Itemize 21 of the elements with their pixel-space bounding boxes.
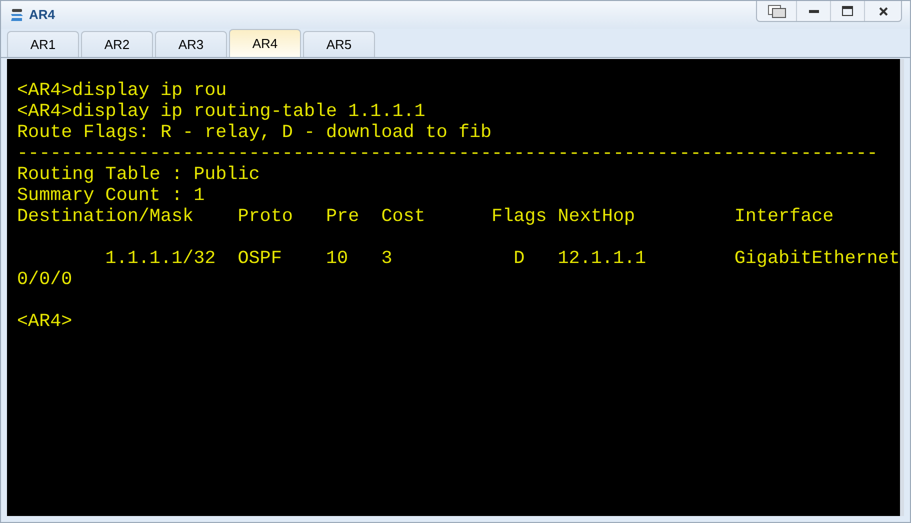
tab[interactable]: AR2: [81, 31, 153, 57]
tab[interactable]: AR4: [229, 29, 301, 57]
tab[interactable]: AR3: [155, 31, 227, 57]
terminal-line: Destination/Mask Proto Pre Cost Flags NextHop Interface: [17, 206, 835, 227]
terminal-line: <AR4>display ip routing-table 1.1.1.1: [17, 101, 426, 122]
tab[interactable]: AR1: [7, 31, 79, 57]
terminal-line: Summary Count : 1: [17, 185, 206, 206]
terminal-line: Route Flags: R - relay, D - download to fib: [17, 122, 493, 143]
tab[interactable]: AR5: [303, 31, 375, 57]
terminal-line: ------------------------------------------------------------------------------: [17, 143, 879, 164]
terminal-line: <AR4>display ip rou: [17, 80, 228, 101]
maximize-icon: [842, 6, 853, 16]
windows-icon: [768, 4, 786, 18]
terminal-line: 0/0/0: [17, 269, 74, 290]
terminal-line: Routing Table : Public: [17, 164, 261, 185]
minimize-icon: [808, 10, 818, 12]
terminal-line: <AR4>: [17, 311, 74, 332]
terminal-line: 1.1.1.1/32 OSPF 10 3 D 12.1.1.1 GigabitEthernet: [104, 248, 900, 269]
window-title: AR4: [29, 6, 56, 24]
close-icon: [878, 6, 888, 16]
app-icon: [9, 7, 25, 23]
